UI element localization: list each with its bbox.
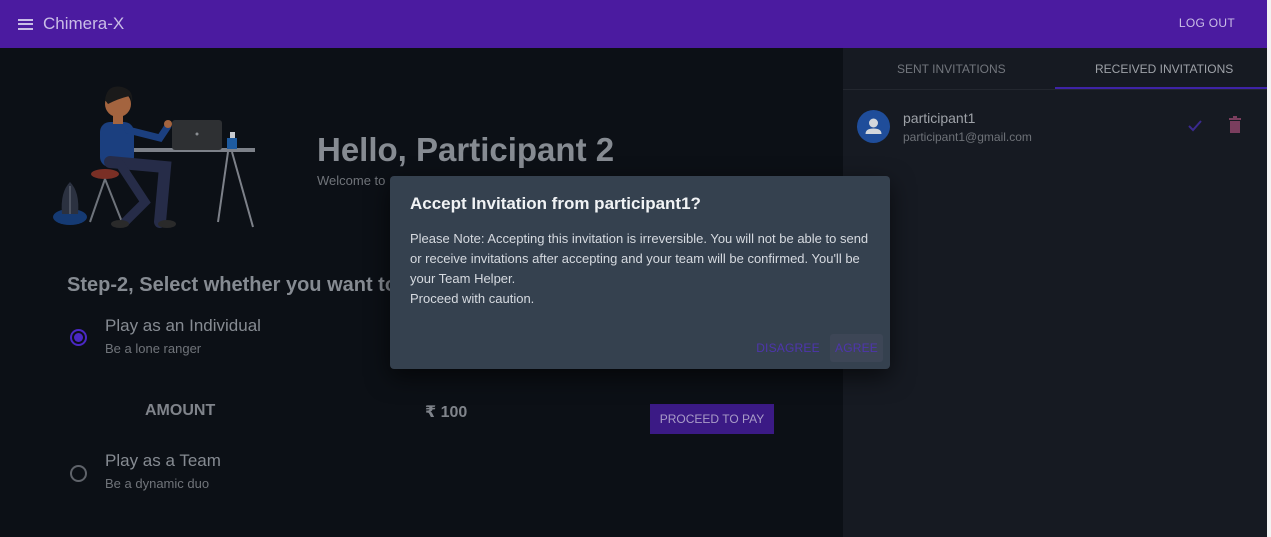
individual-radio[interactable] bbox=[70, 329, 87, 346]
agree-button[interactable]: AGREE bbox=[830, 334, 883, 362]
invitations-panel: SENT INVITATIONS RECEIVED INVITATIONS pa… bbox=[843, 48, 1271, 537]
menu-icon[interactable] bbox=[18, 18, 33, 30]
invitation-tabs: SENT INVITATIONS RECEIVED INVITATIONS bbox=[843, 48, 1267, 90]
app-bar: Chimera-X LOG OUT bbox=[0, 0, 1267, 48]
disagree-button[interactable]: DISAGREE bbox=[756, 334, 820, 362]
window-edge bbox=[1267, 0, 1271, 537]
tab-received-invitations[interactable]: RECEIVED INVITATIONS bbox=[1095, 62, 1233, 76]
person-icon bbox=[857, 110, 890, 143]
app-title: Chimera-X bbox=[43, 14, 125, 33]
option-team-title[interactable]: Play as a Team bbox=[105, 451, 221, 471]
workspace-illustration bbox=[53, 86, 255, 228]
team-radio[interactable] bbox=[70, 465, 87, 482]
proceed-to-pay-button[interactable]: PROCEED TO PAY bbox=[650, 404, 774, 434]
option-individual-subtitle: Be a lone ranger bbox=[105, 341, 202, 356]
dialog-caution: Proceed with caution. bbox=[410, 291, 535, 306]
tab-sent-invitations[interactable]: SENT INVITATIONS bbox=[897, 62, 1006, 76]
active-tab-indicator bbox=[1055, 87, 1267, 89]
dialog-note: Please Note: Accepting this invitation i… bbox=[410, 231, 869, 286]
amount-value: ₹ 100 bbox=[425, 404, 468, 421]
invitation-list-item: participant1 participant1@gmail.com bbox=[843, 106, 1267, 146]
accept-invitation-dialog: Accept Invitation from participant1? Ple… bbox=[390, 176, 890, 369]
logout-button[interactable]: LOG OUT bbox=[1179, 16, 1235, 30]
delete-icon[interactable] bbox=[1226, 115, 1244, 135]
dialog-title: Accept Invitation from participant1? bbox=[410, 194, 701, 213]
option-team-subtitle: Be a dynamic duo bbox=[105, 476, 210, 491]
option-individual-title[interactable]: Play as an Individual bbox=[105, 316, 261, 336]
welcome-text: Welcome to bbox=[317, 173, 386, 188]
invitation-sender-email: participant1@gmail.com bbox=[903, 130, 1032, 144]
step-title: Step-2, Select whether you want to bbox=[67, 274, 398, 296]
check-icon[interactable] bbox=[1185, 116, 1205, 136]
amount-label: AMOUNT bbox=[145, 402, 216, 419]
dialog-body: Please Note: Accepting this invitation i… bbox=[410, 229, 880, 309]
greeting-heading: Hello, Participant 2 bbox=[317, 131, 615, 168]
invitation-sender-name: participant1 bbox=[903, 110, 976, 126]
